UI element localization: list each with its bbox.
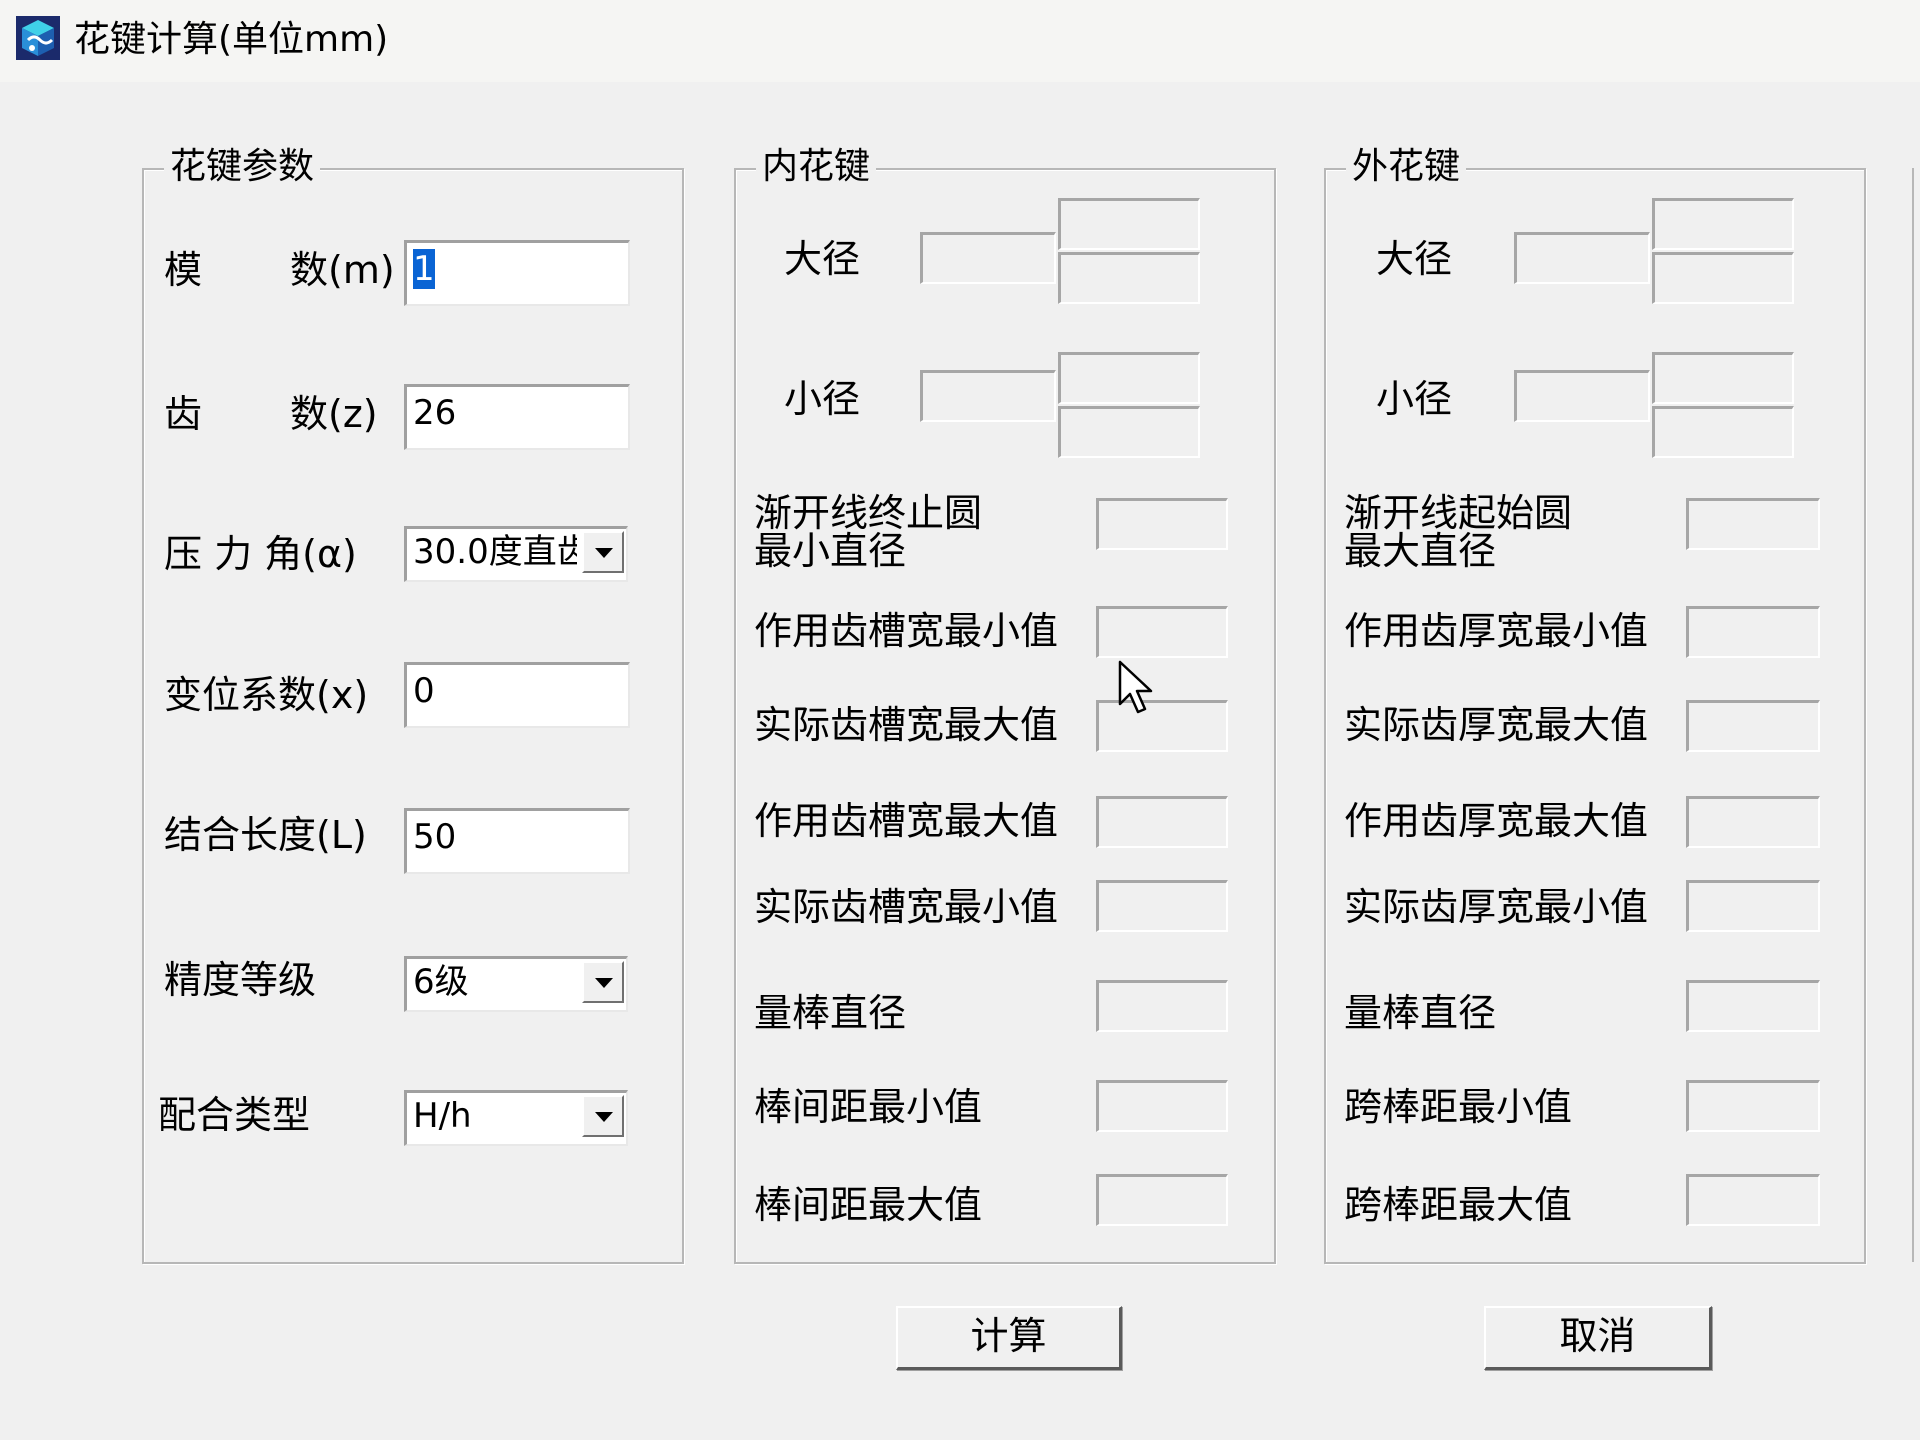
teeth-label-a: 齿	[164, 392, 203, 436]
external-row-label-6: 跨棒距最小值	[1344, 1085, 1573, 1129]
fit-type-select[interactable]: H/h	[404, 1090, 628, 1146]
group-title-params: 花键参数	[164, 144, 321, 190]
internal-minor-diameter-lower-field[interactable]	[1058, 406, 1200, 458]
external-row-field-7[interactable]	[1686, 1174, 1820, 1226]
internal-major-diameter-label: 大径	[784, 237, 861, 281]
internal-involute-label-line1: 渐开线终止圆	[754, 491, 983, 535]
internal-minor-diameter-upper-field[interactable]	[1058, 352, 1200, 404]
internal-row-label-4: 实际齿槽宽最小值	[754, 885, 1059, 929]
external-minor-diameter-upper-field[interactable]	[1652, 352, 1794, 404]
external-row-label-5: 量棒直径	[1344, 991, 1497, 1035]
internal-involute-label-line2: 最小直径	[754, 529, 907, 573]
external-major-diameter-upper-field[interactable]	[1652, 198, 1794, 250]
external-row-field-5[interactable]	[1686, 980, 1820, 1032]
internal-row-label-3: 作用齿槽宽最大值	[754, 799, 1059, 843]
fit-type-label: 配合类型	[158, 1093, 311, 1137]
external-minor-diameter-field[interactable]	[1514, 370, 1650, 422]
external-row-field-6[interactable]	[1686, 1080, 1820, 1132]
external-row-label-2: 实际齿厚宽最大值	[1344, 703, 1649, 747]
internal-major-diameter-field[interactable]	[920, 232, 1056, 284]
group-title-external: 外花键	[1346, 144, 1467, 190]
app-cube-icon	[16, 16, 60, 60]
external-row-field-1[interactable]	[1686, 606, 1820, 658]
pressure-angle-dropdown-button[interactable]	[582, 531, 624, 573]
external-row-label-4: 实际齿厚宽最小值	[1344, 885, 1649, 929]
teeth-input[interactable]: 26	[404, 384, 630, 450]
external-major-diameter-label: 大径	[1376, 237, 1453, 281]
internal-row-label-1: 作用齿槽宽最小值	[754, 609, 1059, 653]
internal-row-field-3[interactable]	[1096, 796, 1228, 848]
internal-row-field-6[interactable]	[1096, 1080, 1228, 1132]
internal-row-field-1[interactable]	[1096, 606, 1228, 658]
internal-row-field-2[interactable]	[1096, 700, 1228, 752]
external-row-label-7: 跨棒距最大值	[1344, 1183, 1573, 1227]
teeth-label-b: 数(z)	[290, 392, 378, 436]
module-input-value: 1	[413, 249, 435, 289]
internal-row-label-6: 棒间距最小值	[754, 1085, 983, 1129]
external-major-diameter-lower-field[interactable]	[1652, 252, 1794, 304]
chevron-down-icon	[595, 1112, 613, 1122]
internal-row-field-5[interactable]	[1096, 980, 1228, 1032]
module-label-a: 模	[164, 248, 203, 292]
external-minor-diameter-lower-field[interactable]	[1652, 406, 1794, 458]
external-row-field-4[interactable]	[1686, 880, 1820, 932]
spline-calculator-window: 花键计算(单位mm) 花键参数 模 数(m) 1 齿 数(z) 26 压 力 角…	[0, 0, 1920, 1440]
internal-major-diameter-upper-field[interactable]	[1058, 198, 1200, 250]
offscreen-group-edge	[1912, 168, 1920, 1262]
shift-coefficient-input[interactable]: 0	[404, 662, 630, 728]
external-involute-label-line1: 渐开线起始圆	[1344, 491, 1573, 535]
internal-row-label-7: 棒间距最大值	[754, 1183, 983, 1227]
internal-involute-field[interactable]	[1096, 498, 1228, 550]
shift-coefficient-label: 变位系数(x)	[164, 673, 369, 717]
cancel-button[interactable]: 取消	[1484, 1306, 1712, 1370]
accuracy-grade-dropdown-button[interactable]	[582, 961, 624, 1003]
internal-minor-diameter-label: 小径	[784, 377, 861, 421]
internal-major-diameter-lower-field[interactable]	[1058, 252, 1200, 304]
accuracy-grade-value: 6级	[413, 962, 469, 1002]
internal-row-field-4[interactable]	[1096, 880, 1228, 932]
external-row-field-2[interactable]	[1686, 700, 1820, 752]
fit-type-value: H/h	[413, 1096, 472, 1136]
internal-row-label-5: 量棒直径	[754, 991, 907, 1035]
engagement-length-label: 结合长度(L)	[164, 813, 367, 857]
mouse-pointer-icon	[1118, 660, 1153, 714]
external-row-label-3: 作用齿厚宽最大值	[1344, 799, 1649, 843]
external-minor-diameter-label: 小径	[1376, 377, 1453, 421]
chevron-down-icon	[595, 548, 613, 558]
external-row-field-3[interactable]	[1686, 796, 1820, 848]
external-row-label-1: 作用齿厚宽最小值	[1344, 609, 1649, 653]
internal-row-field-7[interactable]	[1096, 1174, 1228, 1226]
fit-type-dropdown-button[interactable]	[582, 1095, 624, 1137]
internal-minor-diameter-field[interactable]	[920, 370, 1056, 422]
chevron-down-icon	[595, 978, 613, 988]
pressure-angle-label: 压 力 角(α)	[164, 532, 357, 576]
pressure-angle-select[interactable]: 30.0度直齿	[404, 526, 628, 582]
module-input[interactable]: 1	[404, 240, 630, 306]
module-label-b: 数(m)	[290, 248, 395, 292]
external-involute-field[interactable]	[1686, 498, 1820, 550]
external-involute-label-line2: 最大直径	[1344, 529, 1497, 573]
window-title: 花键计算(单位mm)	[74, 19, 389, 60]
external-major-diameter-field[interactable]	[1514, 232, 1650, 284]
internal-row-label-2: 实际齿槽宽最大值	[754, 703, 1059, 747]
group-title-internal: 内花键	[756, 144, 877, 190]
accuracy-grade-select[interactable]: 6级	[404, 956, 628, 1012]
accuracy-grade-label: 精度等级	[164, 958, 317, 1002]
calculate-button[interactable]: 计算	[896, 1306, 1122, 1370]
title-bar: 花键计算(单位mm)	[0, 0, 1920, 82]
pressure-angle-value: 30.0度直齿	[413, 532, 577, 572]
engagement-length-input[interactable]: 50	[404, 808, 630, 874]
